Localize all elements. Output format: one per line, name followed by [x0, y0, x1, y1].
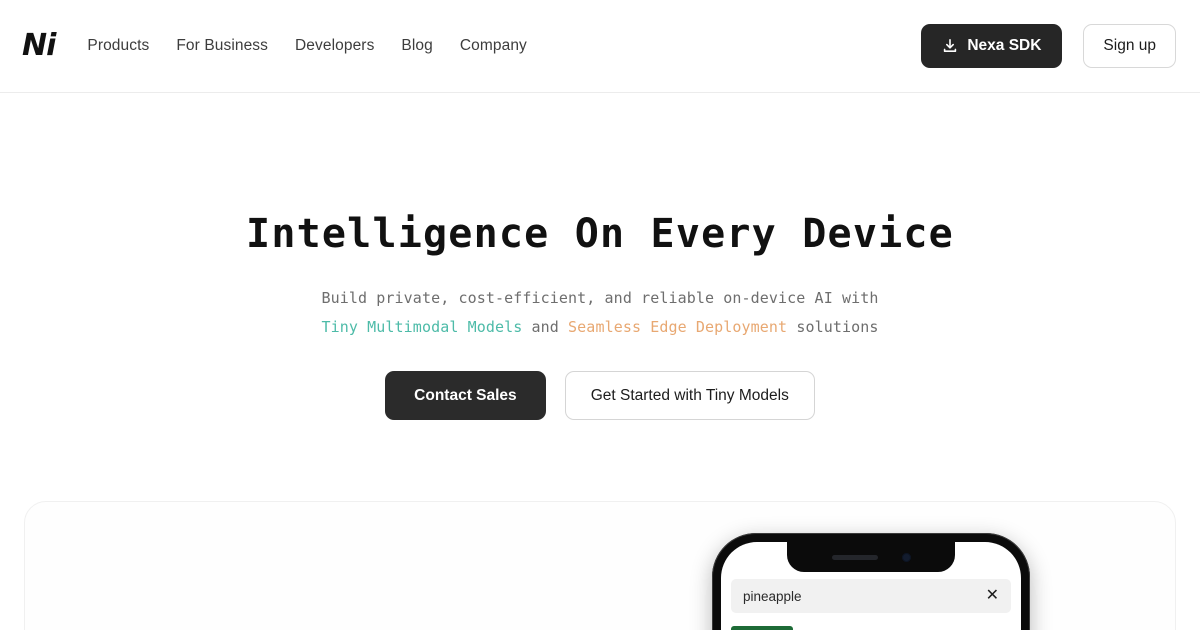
phone-search-bar[interactable]: pineapple ✕: [731, 579, 1011, 613]
highlight-seamless-edge-deployment: Seamless Edge Deployment: [568, 318, 788, 336]
phone-search-input[interactable]: pineapple: [743, 589, 986, 604]
download-icon: [942, 38, 958, 54]
speaker-grille-icon: [831, 554, 878, 560]
nexa-sdk-button-label: Nexa SDK: [967, 37, 1042, 54]
nexa-logo-icon[interactable]: Ni: [22, 31, 56, 61]
result-thumbnail: [731, 626, 793, 630]
nav-link-developers[interactable]: Developers: [295, 37, 374, 55]
nav-actions: Nexa SDK Sign up: [921, 24, 1176, 68]
nav-link-products[interactable]: Products: [87, 37, 149, 55]
close-x-icon[interactable]: ✕: [986, 588, 999, 604]
subtitle-connector: and: [522, 318, 569, 336]
hero-section: Intelligence On Every Device Build priva…: [0, 93, 1200, 420]
nav-link-blog[interactable]: Blog: [401, 37, 432, 55]
hero-cta-row: Contact Sales Get Started with Tiny Mode…: [0, 371, 1200, 420]
page-title: Intelligence On Every Device: [246, 211, 954, 257]
top-navigation-bar: Ni Products For Business Developers Blog…: [0, 0, 1200, 93]
landing-page: Ni Products For Business Developers Blog…: [0, 0, 1200, 630]
phone-notch: [787, 542, 955, 572]
nav-links: Products For Business Developers Blog Co…: [87, 37, 527, 55]
nexa-sdk-button[interactable]: Nexa SDK: [921, 24, 1063, 68]
phone-result-row[interactable]: Pickup available: [721, 626, 1021, 630]
hero-subtitle-line-2: Tiny Multimodal Models and Seamless Edge…: [0, 313, 1200, 342]
nav-link-company[interactable]: Company: [460, 37, 527, 55]
nav-link-for-business[interactable]: For Business: [176, 37, 268, 55]
hero-subtitle-line-1: Build private, cost-efficient, and relia…: [321, 289, 879, 307]
contact-sales-button[interactable]: Contact Sales: [385, 371, 546, 420]
phone-mockup: pineapple ✕ Pickup available: [712, 533, 1030, 630]
sign-up-button[interactable]: Sign up: [1083, 24, 1176, 68]
subtitle-suffix: solutions: [787, 318, 879, 336]
get-started-button[interactable]: Get Started with Tiny Models: [564, 371, 815, 420]
front-camera-icon: [901, 552, 911, 562]
phone-screen: pineapple ✕ Pickup available: [721, 542, 1021, 630]
highlight-tiny-multimodal-models: Tiny Multimodal Models: [321, 318, 523, 336]
